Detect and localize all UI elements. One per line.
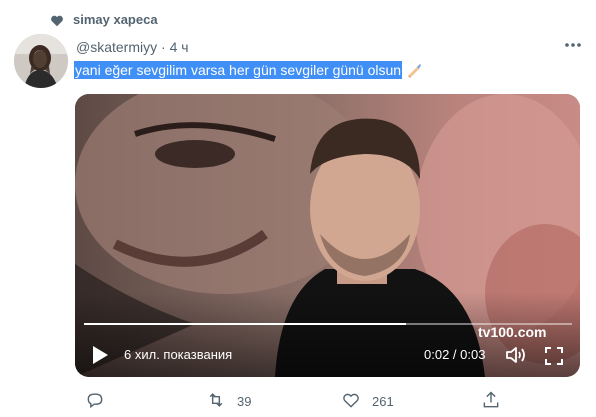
play-icon[interactable]	[91, 345, 109, 365]
fullscreen-icon[interactable]	[544, 346, 564, 366]
volume-icon[interactable]	[504, 343, 528, 367]
like-count: 261	[372, 394, 394, 409]
tweet-age[interactable]: 4 ч	[170, 39, 189, 55]
like-icon[interactable]	[341, 390, 361, 410]
tweet-header: @skatermiyy · 4 ч	[76, 39, 189, 55]
tweet-text-selected: yani eğer sevgilim varsa her gün sevgile…	[74, 61, 403, 79]
retweet-count: 39	[237, 394, 252, 409]
writing-hand-icon	[408, 64, 422, 78]
separator-dot: ·	[161, 39, 166, 55]
reply-icon[interactable]	[85, 390, 105, 410]
avatar[interactable]	[14, 34, 68, 88]
progress-fill	[84, 323, 406, 325]
liked-by-name[interactable]: simay xapeca	[73, 12, 158, 27]
more-options-icon[interactable]	[563, 38, 583, 52]
channel-watermark: tv100.com	[478, 324, 547, 340]
video-time: 0:02 / 0:03	[424, 347, 486, 362]
share-icon[interactable]	[481, 390, 501, 410]
view-count: 6 хил. показвания	[124, 347, 233, 362]
user-handle[interactable]: @skatermiyy	[76, 39, 157, 55]
tweet-text: yani eğer sevgilim varsa her gün sevgile…	[74, 60, 422, 80]
avatar-image	[14, 34, 68, 88]
heart-icon	[51, 15, 63, 27]
retweet-icon[interactable]	[206, 390, 226, 410]
